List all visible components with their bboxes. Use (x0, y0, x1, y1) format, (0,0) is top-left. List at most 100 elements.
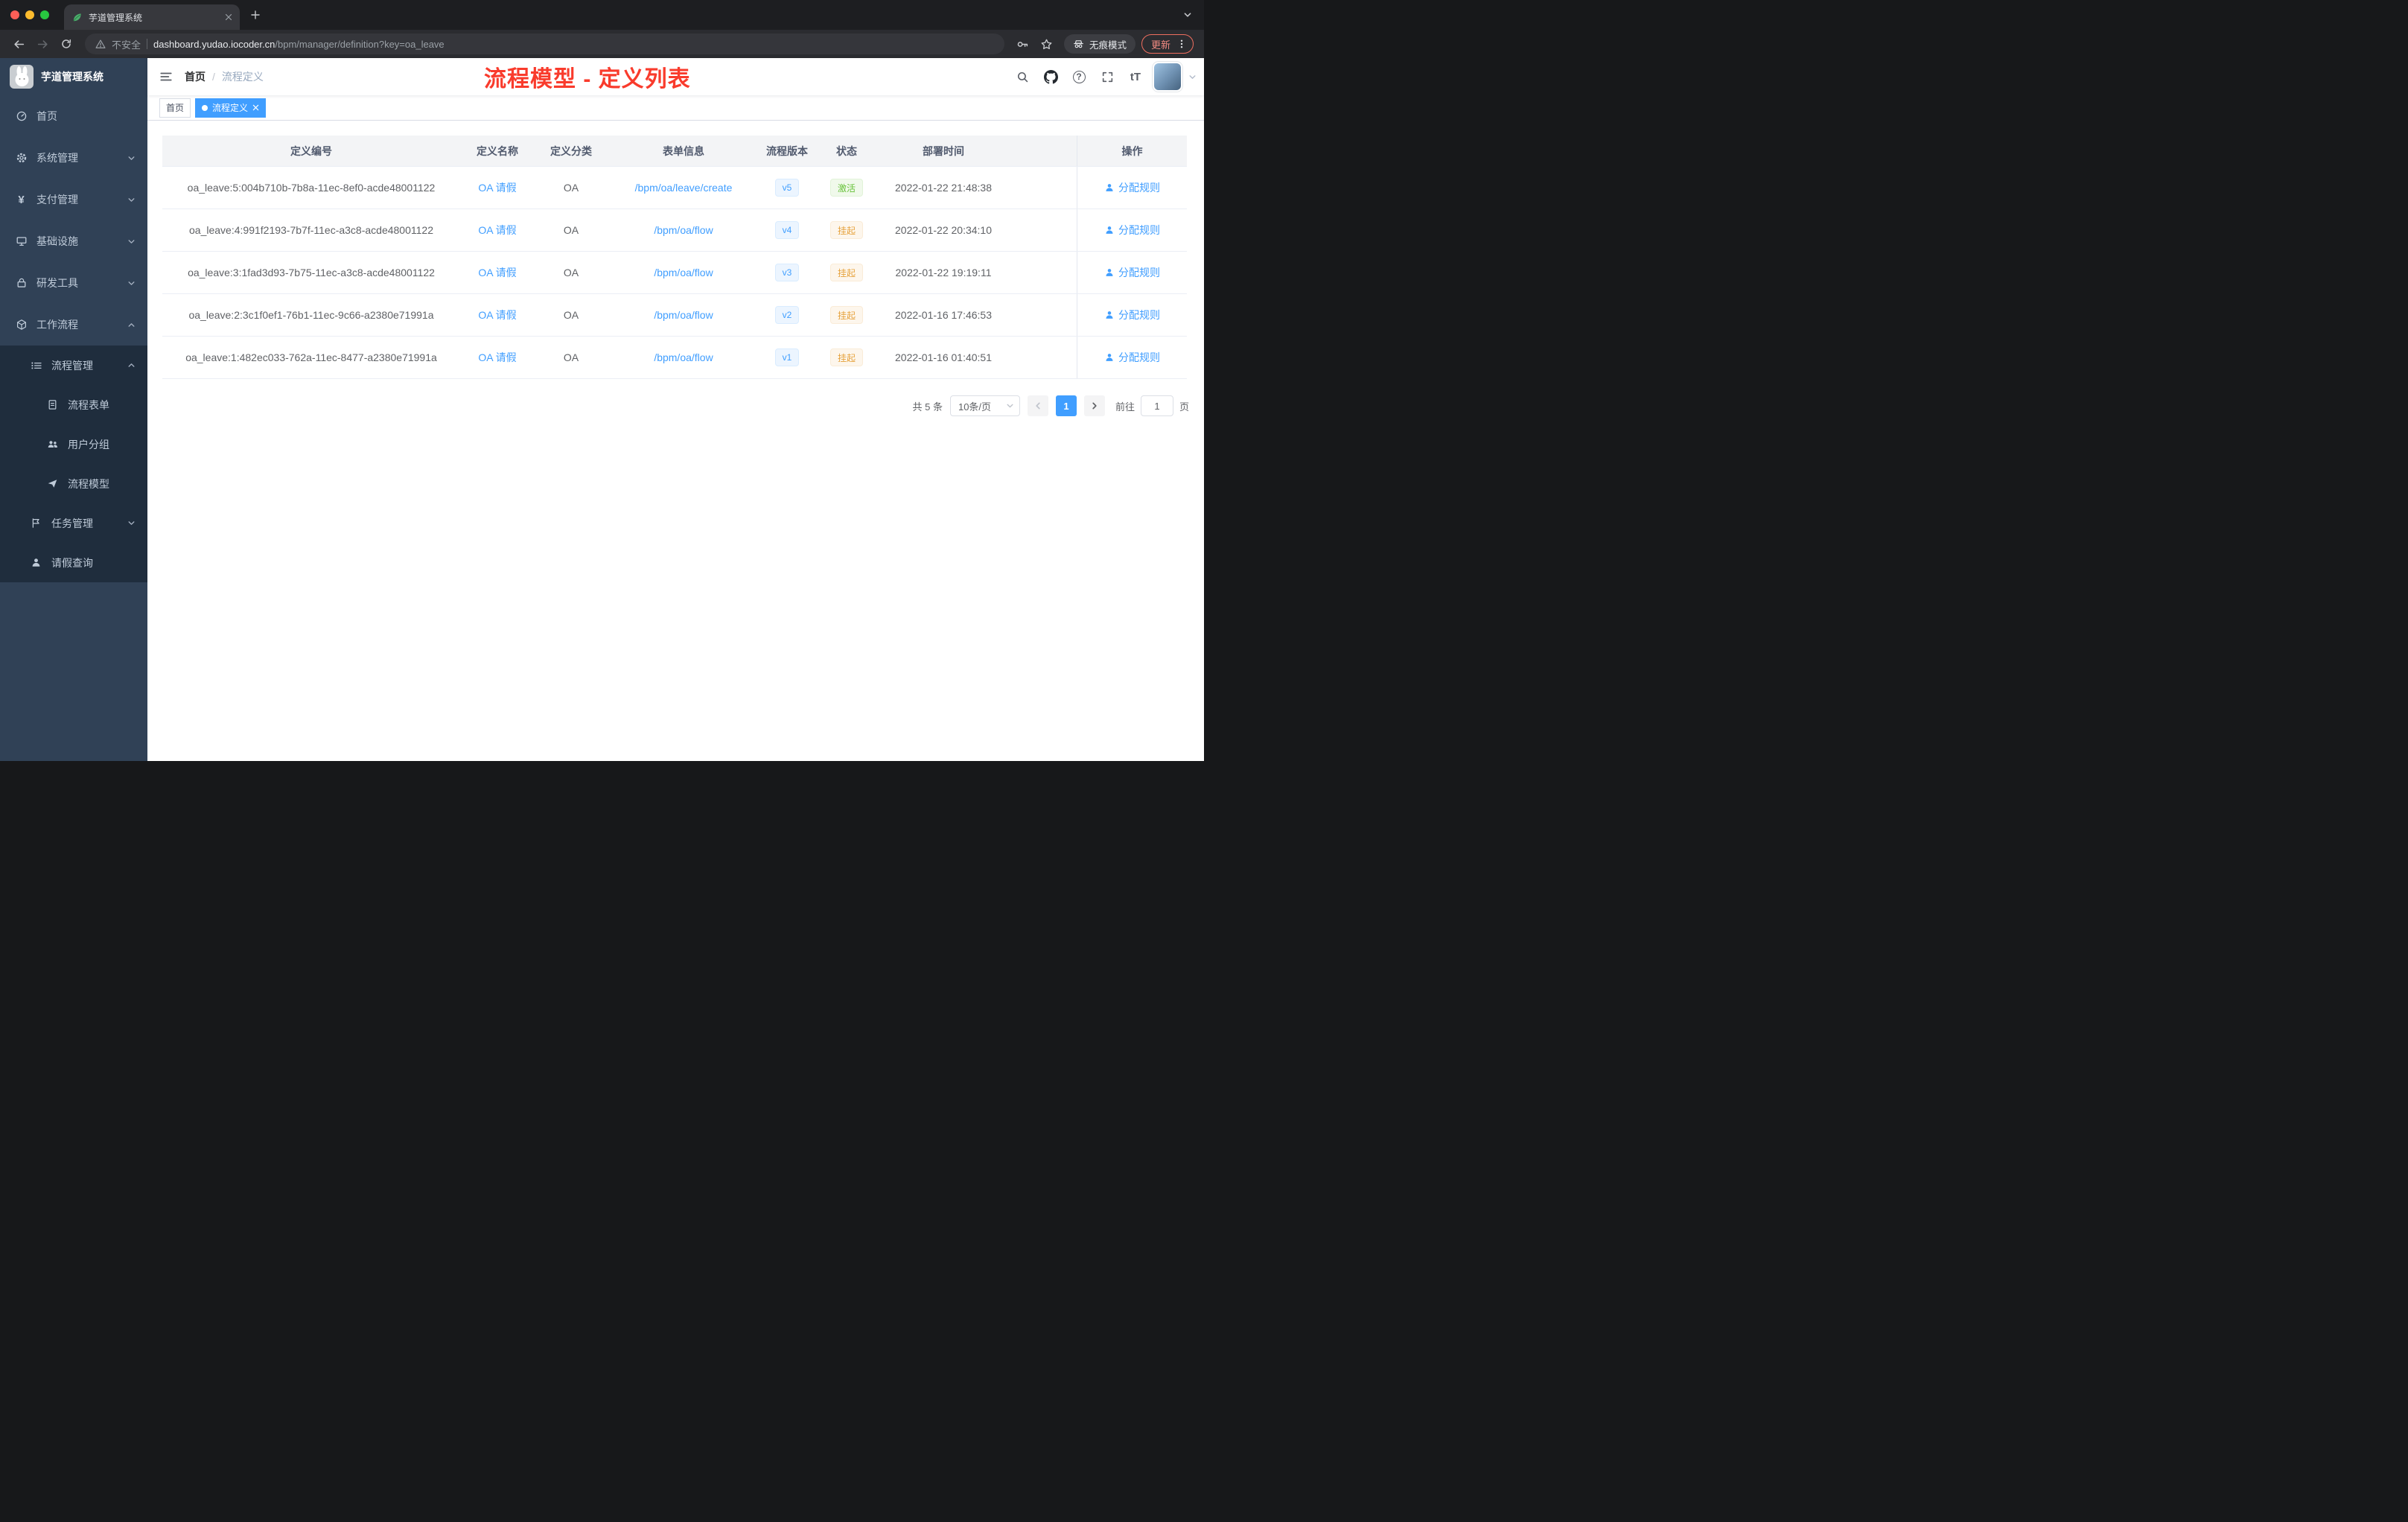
breadcrumb-separator: / (212, 71, 215, 83)
definition-name-link[interactable]: OA 请假 (478, 350, 516, 365)
definition-name-link[interactable]: OA 请假 (478, 180, 516, 195)
hamburger-icon[interactable] (147, 70, 185, 83)
tag-process-definition[interactable]: 流程定义 (195, 98, 267, 118)
sidebar-menu: 首页 系统管理 ¥ 支付管理 基础设施 研发工具 工作流程 流程管理 流程表单 … (0, 95, 147, 582)
help-icon[interactable]: ? (1068, 66, 1090, 88)
column-header: 定义编号 (290, 144, 332, 157)
assign-rule-link[interactable]: 分配规则 (1104, 265, 1160, 280)
reload-button[interactable] (55, 33, 77, 55)
chevron-down-icon (127, 519, 136, 527)
cell-deploy-time: 2022-01-22 21:48:38 (895, 182, 992, 194)
window-minimize-button[interactable] (25, 10, 34, 19)
cell-deploy-time: 2022-01-22 20:34:10 (895, 224, 992, 236)
page-unit-label: 页 (1179, 401, 1189, 413)
cell-category: OA (563, 182, 579, 194)
tab-search-chevron-icon[interactable] (1183, 10, 1192, 19)
password-key-icon[interactable] (1012, 33, 1034, 55)
cell-definition-id: oa_leave:5:004b710b-7b8a-11ec-8ef0-acde4… (187, 182, 436, 194)
main-area: 首页 / 流程定义 流程模型 - 定义列表 ? tT 首页 流程定义 定义编号 … (147, 58, 1204, 761)
sidebar-item-label: 研发工具 (36, 277, 78, 289)
definition-name-link[interactable]: OA 请假 (478, 223, 516, 238)
sidebar-logo[interactable]: 芋道管理系统 (0, 58, 147, 95)
sidebar-item-leave-query[interactable]: 请假查询 (0, 543, 147, 582)
tab-close-icon[interactable] (225, 13, 232, 21)
gear-icon (15, 152, 28, 164)
sidebar-item-home[interactable]: 首页 (0, 95, 147, 137)
person-icon (1106, 184, 1113, 191)
version-badge: v2 (774, 306, 800, 324)
sidebar-item-task-management[interactable]: 任务管理 (0, 503, 147, 543)
chevron-down-icon (127, 154, 136, 162)
tag-active-dot (202, 104, 208, 111)
chevron-down-icon (127, 238, 136, 246)
forward-button[interactable] (31, 33, 54, 55)
tab-favicon-icon (71, 12, 83, 23)
form-link[interactable]: /bpm/oa/flow (654, 224, 713, 236)
form-link[interactable]: /bpm/oa/leave/create (635, 182, 733, 194)
new-tab-button[interactable] (250, 10, 261, 20)
users-icon (46, 439, 59, 450)
font-size-icon[interactable]: tT (1124, 66, 1147, 88)
goto-page-input[interactable] (1140, 395, 1173, 416)
fullscreen-icon[interactable] (1096, 66, 1118, 88)
chevron-up-icon (127, 321, 136, 329)
sidebar-item-label: 系统管理 (36, 152, 78, 164)
search-icon[interactable] (1011, 66, 1033, 88)
pagination-total: 共 5 条 (912, 401, 943, 413)
update-button[interactable]: 更新 (1141, 34, 1194, 54)
sidebar-item-infrastructure[interactable]: 基础设施 (0, 220, 147, 262)
sidebar-item-process-model[interactable]: 流程模型 (0, 464, 147, 503)
tag-home[interactable]: 首页 (159, 98, 191, 118)
back-button[interactable] (7, 33, 30, 55)
cube-icon (15, 319, 28, 331)
avatar[interactable] (1153, 62, 1182, 92)
sidebar-item-process-management[interactable]: 流程管理 (0, 346, 147, 385)
paper-plane-icon (46, 478, 59, 489)
form-link[interactable]: /bpm/oa/flow (654, 309, 713, 321)
page-number-button[interactable]: 1 (1055, 395, 1077, 416)
cell-category: OA (563, 224, 579, 236)
bookmark-star-icon[interactable] (1036, 33, 1058, 55)
window-zoom-button[interactable] (40, 10, 49, 19)
sidebar: 芋道管理系统 首页 系统管理 ¥ 支付管理 基础设施 研发工具 工作流程 流程管… (0, 58, 147, 761)
sidebar-item-user-group[interactable]: 用户分组 (0, 424, 147, 464)
sidebar-item-payment[interactable]: ¥ 支付管理 (0, 179, 147, 220)
person-icon (1106, 226, 1113, 234)
breadcrumb-home[interactable]: 首页 (185, 69, 206, 84)
goto-label: 前往 (1115, 401, 1135, 413)
assign-rule-link[interactable]: 分配规则 (1104, 350, 1160, 365)
url-domain: dashboard.yudao.iocoder.cn (153, 38, 275, 50)
cell-definition-id: oa_leave:1:482ec033-762a-11ec-8477-a2380… (185, 351, 437, 363)
form-link[interactable]: /bpm/oa/flow (654, 351, 713, 363)
assign-rule-link[interactable]: 分配规则 (1104, 180, 1160, 195)
window-close-button[interactable] (10, 10, 19, 19)
cell-category: OA (563, 351, 579, 363)
page-size-select[interactable]: 10条/页 (949, 395, 1020, 416)
browser-menu-icon[interactable] (1176, 39, 1187, 49)
url-text: dashboard.yudao.iocoder.cn/bpm/manager/d… (153, 39, 445, 50)
github-icon[interactable] (1039, 66, 1062, 88)
sidebar-item-system[interactable]: 系统管理 (0, 137, 147, 179)
address-bar[interactable]: 不安全 dashboard.yudao.iocoder.cn/bpm/manag… (85, 34, 1004, 54)
assign-rule-link[interactable]: 分配规则 (1104, 308, 1160, 322)
status-badge: 挂起 (829, 264, 863, 281)
tag-close-icon[interactable] (252, 104, 259, 111)
breadcrumb: 首页 / 流程定义 (185, 69, 264, 84)
sidebar-item-process-form[interactable]: 流程表单 (0, 385, 147, 424)
definition-name-link[interactable]: OA 请假 (478, 265, 516, 280)
browser-tab[interactable]: 芋道管理系统 (64, 4, 240, 30)
sidebar-item-workflow[interactable]: 工作流程 (0, 304, 147, 346)
page-size-value: 10条/页 (958, 401, 992, 413)
column-header: 定义分类 (550, 144, 592, 157)
assign-rule-link[interactable]: 分配规则 (1104, 223, 1160, 238)
column-header: 状态 (836, 144, 857, 157)
form-link[interactable]: /bpm/oa/flow (654, 267, 713, 278)
breadcrumb-current: 流程定义 (221, 71, 264, 83)
incognito-label: 无痕模式 (1089, 39, 1127, 51)
prev-page-button[interactable] (1027, 395, 1048, 416)
sidebar-item-devtools[interactable]: 研发工具 (0, 262, 147, 304)
definition-name-link[interactable]: OA 请假 (478, 308, 516, 322)
next-page-button[interactable] (1083, 395, 1105, 416)
cell-deploy-time: 2022-01-16 01:40:51 (895, 351, 992, 363)
avatar-caret-icon[interactable] (1188, 73, 1197, 81)
